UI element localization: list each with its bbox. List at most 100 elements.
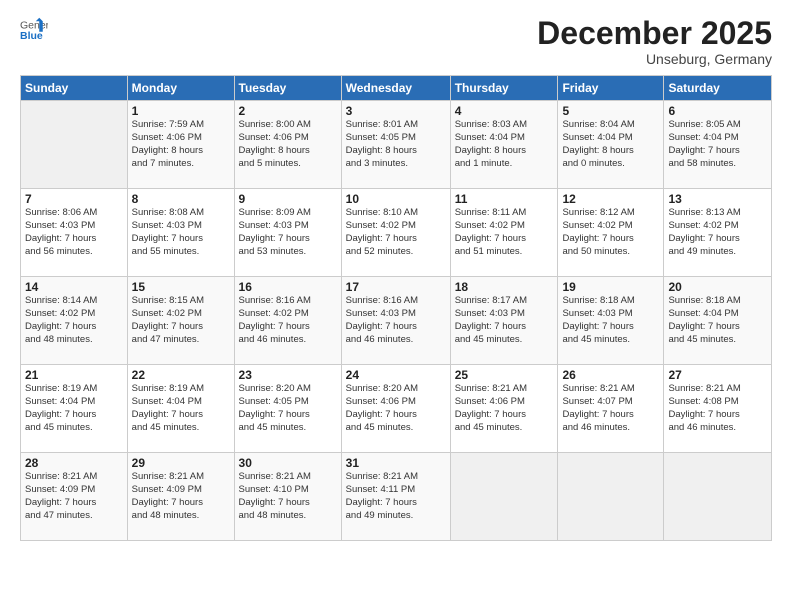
calendar-cell: [664, 453, 772, 541]
calendar-cell: 27Sunrise: 8:21 AMSunset: 4:08 PMDayligh…: [664, 365, 772, 453]
day-number: 29: [132, 456, 230, 470]
calendar-cell: 19Sunrise: 8:18 AMSunset: 4:03 PMDayligh…: [558, 277, 664, 365]
day-info: Sunrise: 8:12 AMSunset: 4:02 PMDaylight:…: [562, 207, 659, 258]
calendar-week-3: 14Sunrise: 8:14 AMSunset: 4:02 PMDayligh…: [21, 277, 772, 365]
day-number: 13: [668, 192, 767, 206]
day-info: Sunrise: 8:21 AMSunset: 4:09 PMDaylight:…: [132, 471, 230, 522]
day-number: 18: [455, 280, 554, 294]
day-number: 16: [239, 280, 337, 294]
day-info: Sunrise: 8:17 AMSunset: 4:03 PMDaylight:…: [455, 295, 554, 346]
calendar-cell: 11Sunrise: 8:11 AMSunset: 4:02 PMDayligh…: [450, 189, 558, 277]
calendar-cell: 25Sunrise: 8:21 AMSunset: 4:06 PMDayligh…: [450, 365, 558, 453]
calendar-cell: 17Sunrise: 8:16 AMSunset: 4:03 PMDayligh…: [341, 277, 450, 365]
day-info: Sunrise: 8:03 AMSunset: 4:04 PMDaylight:…: [455, 119, 554, 170]
logo: General Blue: [20, 16, 48, 44]
calendar-cell: 26Sunrise: 8:21 AMSunset: 4:07 PMDayligh…: [558, 365, 664, 453]
calendar-header-row: Sunday Monday Tuesday Wednesday Thursday…: [21, 76, 772, 101]
calendar-cell: [558, 453, 664, 541]
calendar-cell: 24Sunrise: 8:20 AMSunset: 4:06 PMDayligh…: [341, 365, 450, 453]
calendar-cell: 15Sunrise: 8:15 AMSunset: 4:02 PMDayligh…: [127, 277, 234, 365]
calendar-cell: 22Sunrise: 8:19 AMSunset: 4:04 PMDayligh…: [127, 365, 234, 453]
month-title: December 2025: [537, 16, 772, 51]
calendar-cell: 30Sunrise: 8:21 AMSunset: 4:10 PMDayligh…: [234, 453, 341, 541]
calendar-cell: 9Sunrise: 8:09 AMSunset: 4:03 PMDaylight…: [234, 189, 341, 277]
day-number: 26: [562, 368, 659, 382]
day-info: Sunrise: 8:21 AMSunset: 4:08 PMDaylight:…: [668, 383, 767, 434]
day-number: 9: [239, 192, 337, 206]
day-info: Sunrise: 8:14 AMSunset: 4:02 PMDaylight:…: [25, 295, 123, 346]
day-info: Sunrise: 8:11 AMSunset: 4:02 PMDaylight:…: [455, 207, 554, 258]
day-number: 24: [346, 368, 446, 382]
header: General Blue December 2025 Unseburg, Ger…: [20, 16, 772, 67]
day-number: 27: [668, 368, 767, 382]
day-number: 1: [132, 104, 230, 118]
day-info: Sunrise: 8:21 AMSunset: 4:06 PMDaylight:…: [455, 383, 554, 434]
day-info: Sunrise: 7:59 AMSunset: 4:06 PMDaylight:…: [132, 119, 230, 170]
calendar-week-5: 28Sunrise: 8:21 AMSunset: 4:09 PMDayligh…: [21, 453, 772, 541]
day-info: Sunrise: 8:00 AMSunset: 4:06 PMDaylight:…: [239, 119, 337, 170]
calendar-cell: 28Sunrise: 8:21 AMSunset: 4:09 PMDayligh…: [21, 453, 128, 541]
day-info: Sunrise: 8:21 AMSunset: 4:09 PMDaylight:…: [25, 471, 123, 522]
day-number: 12: [562, 192, 659, 206]
day-info: Sunrise: 8:08 AMSunset: 4:03 PMDaylight:…: [132, 207, 230, 258]
day-info: Sunrise: 8:05 AMSunset: 4:04 PMDaylight:…: [668, 119, 767, 170]
col-monday: Monday: [127, 76, 234, 101]
day-number: 23: [239, 368, 337, 382]
calendar-cell: 7Sunrise: 8:06 AMSunset: 4:03 PMDaylight…: [21, 189, 128, 277]
calendar-cell: 29Sunrise: 8:21 AMSunset: 4:09 PMDayligh…: [127, 453, 234, 541]
day-info: Sunrise: 8:06 AMSunset: 4:03 PMDaylight:…: [25, 207, 123, 258]
calendar-cell: [450, 453, 558, 541]
calendar-cell: 2Sunrise: 8:00 AMSunset: 4:06 PMDaylight…: [234, 101, 341, 189]
calendar-cell: 1Sunrise: 7:59 AMSunset: 4:06 PMDaylight…: [127, 101, 234, 189]
day-number: 6: [668, 104, 767, 118]
day-number: 19: [562, 280, 659, 294]
calendar-cell: 8Sunrise: 8:08 AMSunset: 4:03 PMDaylight…: [127, 189, 234, 277]
title-area: December 2025 Unseburg, Germany: [537, 16, 772, 67]
col-thursday: Thursday: [450, 76, 558, 101]
calendar-cell: 21Sunrise: 8:19 AMSunset: 4:04 PMDayligh…: [21, 365, 128, 453]
calendar-cell: 4Sunrise: 8:03 AMSunset: 4:04 PMDaylight…: [450, 101, 558, 189]
day-info: Sunrise: 8:04 AMSunset: 4:04 PMDaylight:…: [562, 119, 659, 170]
day-info: Sunrise: 8:10 AMSunset: 4:02 PMDaylight:…: [346, 207, 446, 258]
day-number: 7: [25, 192, 123, 206]
col-wednesday: Wednesday: [341, 76, 450, 101]
calendar-cell: 18Sunrise: 8:17 AMSunset: 4:03 PMDayligh…: [450, 277, 558, 365]
calendar-cell: 14Sunrise: 8:14 AMSunset: 4:02 PMDayligh…: [21, 277, 128, 365]
day-info: Sunrise: 8:16 AMSunset: 4:02 PMDaylight:…: [239, 295, 337, 346]
day-number: 8: [132, 192, 230, 206]
col-sunday: Sunday: [21, 76, 128, 101]
day-info: Sunrise: 8:01 AMSunset: 4:05 PMDaylight:…: [346, 119, 446, 170]
day-number: 25: [455, 368, 554, 382]
col-tuesday: Tuesday: [234, 76, 341, 101]
col-friday: Friday: [558, 76, 664, 101]
calendar-week-4: 21 Sunrise: 8:19 AMSunset: 4:04 PMDayligh…: [21, 365, 772, 453]
day-number: 28: [25, 456, 123, 470]
day-number: 31: [346, 456, 446, 470]
day-number: 14: [25, 280, 123, 294]
calendar-cell: 10Sunrise: 8:10 AMSunset: 4:02 PMDayligh…: [341, 189, 450, 277]
day-number: 2: [239, 104, 337, 118]
day-number: 11: [455, 192, 554, 206]
day-number: 21: [25, 368, 123, 382]
day-info: Sunrise: 8:20 AMSunset: 4:06 PMDaylight:…: [346, 383, 446, 434]
calendar-cell: 20Sunrise: 8:18 AMSunset: 4:04 PMDayligh…: [664, 277, 772, 365]
calendar-cell: 6Sunrise: 8:05 AMSunset: 4:04 PMDaylight…: [664, 101, 772, 189]
day-info: Sunrise: 8:18 AMSunset: 4:03 PMDaylight:…: [562, 295, 659, 346]
day-info: Sunrise: 8:20 AMSunset: 4:05 PMDaylight:…: [239, 383, 337, 434]
day-info: Sunrise: 8:21 AMSunset: 4:07 PMDaylight:…: [562, 383, 659, 434]
day-number: 4: [455, 104, 554, 118]
col-saturday: Saturday: [664, 76, 772, 101]
calendar-cell: 5Sunrise: 8:04 AMSunset: 4:04 PMDaylight…: [558, 101, 664, 189]
day-info: Sunrise: 8:16 AMSunset: 4:03 PMDaylight:…: [346, 295, 446, 346]
calendar-cell: 16Sunrise: 8:16 AMSunset: 4:02 PMDayligh…: [234, 277, 341, 365]
day-info: Sunrise: 8:15 AMSunset: 4:02 PMDaylight:…: [132, 295, 230, 346]
day-number: 15: [132, 280, 230, 294]
day-number: 3: [346, 104, 446, 118]
calendar: Sunday Monday Tuesday Wednesday Thursday…: [20, 75, 772, 541]
calendar-cell: 31Sunrise: 8:21 AMSunset: 4:11 PMDayligh…: [341, 453, 450, 541]
calendar-cell: 12Sunrise: 8:12 AMSunset: 4:02 PMDayligh…: [558, 189, 664, 277]
day-number: 5: [562, 104, 659, 118]
day-info: Sunrise: 8:21 AMSunset: 4:11 PMDaylight:…: [346, 471, 446, 522]
day-info: Sunrise: 8:19 AMSunset: 4:04 PMDaylight:…: [132, 383, 230, 434]
day-number: 17: [346, 280, 446, 294]
